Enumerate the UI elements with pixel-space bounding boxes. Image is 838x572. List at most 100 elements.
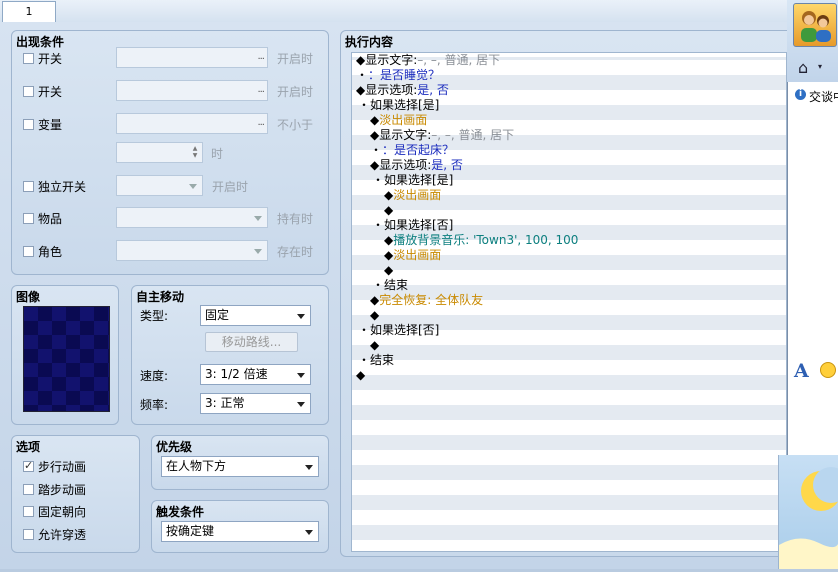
- command-line[interactable]: ◆淡出画面: [370, 113, 427, 128]
- command-line[interactable]: ・：是否睡觉？: [356, 68, 440, 83]
- ellipsis-icon[interactable]: ...: [257, 51, 264, 62]
- condition-suffix: 开启时: [277, 52, 314, 66]
- command-line[interactable]: ◆: [384, 263, 393, 278]
- priority-title: 优先级: [156, 440, 193, 454]
- trigger-select[interactable]: 按确定键: [161, 521, 319, 542]
- chevron-down-icon: [305, 465, 313, 470]
- ellipsis-icon[interactable]: ...: [257, 84, 264, 95]
- chevron-down-icon: [189, 184, 197, 189]
- command-line[interactable]: ◆: [370, 338, 379, 353]
- condition-checkbox[interactable]: [23, 246, 34, 257]
- condition-label: 独立开关: [38, 180, 87, 194]
- condition-field[interactable]: ...: [116, 47, 268, 68]
- emoticon-icon[interactable]: [820, 362, 836, 378]
- command-args: 是, 否: [417, 83, 449, 97]
- command-args: –, –, 普通, 居下: [417, 53, 501, 67]
- chat-status-label: 交谈中: [809, 90, 838, 104]
- command-line[interactable]: ◆淡出画面: [384, 248, 441, 263]
- command-line[interactable]: ◆播放背景音乐: 'Town3', 100, 100: [384, 233, 578, 248]
- condition-checkbox[interactable]: [23, 53, 34, 64]
- condition-checkbox[interactable]: [23, 86, 34, 97]
- chevron-down-icon[interactable]: ▾: [818, 62, 822, 71]
- command-line[interactable]: ◆显示选项:是, 否: [370, 158, 463, 173]
- priority-value: 在人物下方: [166, 459, 227, 473]
- tab-page-1[interactable]: 1: [2, 1, 56, 22]
- command-list[interactable]: ◆显示文字:–, –, 普通, 居下 ・：是否睡觉？ ◆显示选项:是, 否・如果选择…: [351, 52, 787, 552]
- chevron-down-icon: [297, 373, 305, 378]
- command-keyword: ◆显示选项:: [356, 83, 418, 97]
- command-line[interactable]: ◆: [384, 203, 393, 218]
- command-line[interactable]: ・如果选择[是]: [358, 98, 439, 113]
- option-checkbox[interactable]: [23, 506, 34, 517]
- option-checkbox[interactable]: [23, 528, 34, 540]
- condition-label: 开关: [38, 52, 63, 66]
- spinner-arrows-icon[interactable]: ▲ ▼: [190, 145, 200, 159]
- home-icon[interactable]: ⌂: [798, 58, 808, 77]
- user-avatar[interactable]: [793, 3, 837, 47]
- command-line[interactable]: ◆显示文字:–, –, 普通, 居下: [370, 128, 514, 143]
- chevron-down-icon: [297, 402, 305, 407]
- command-keyword: ◆: [370, 293, 380, 307]
- condition-suffix: 开启时: [277, 85, 314, 99]
- command-line[interactable]: ・结束: [372, 278, 408, 293]
- condition-select[interactable]: [116, 240, 268, 261]
- variable-value-spinner[interactable]: ▲ ▼: [116, 142, 203, 163]
- contents-title: 执行内容: [345, 35, 394, 49]
- option-checkbox[interactable]: [23, 459, 34, 472]
- priority-select[interactable]: 在人物下方: [161, 456, 319, 477]
- condition-field[interactable]: ...: [116, 113, 268, 134]
- command-line[interactable]: ◆: [370, 308, 379, 323]
- condition-checkbox[interactable]: [23, 213, 34, 224]
- command-line[interactable]: ・如果选择[否]: [372, 218, 453, 233]
- condition-checkbox[interactable]: [23, 119, 34, 130]
- ellipsis-icon[interactable]: ...: [257, 117, 264, 128]
- chevron-down-icon: [305, 530, 313, 535]
- condition-field[interactable]: ...: [116, 80, 268, 101]
- graphic-title: 图像: [16, 290, 41, 304]
- chevron-down-icon: [254, 216, 262, 221]
- command-keyword: ◆显示文字:: [356, 53, 418, 67]
- command-args: 播放背景音乐: 'Town3', 100, 100: [393, 233, 579, 247]
- condition-label: 变量: [38, 118, 63, 132]
- command-line[interactable]: ◆完全恢复: 全体队友: [370, 293, 483, 308]
- command-line[interactable]: ◆显示选项:是, 否: [356, 83, 449, 98]
- command-line[interactable]: ・结束: [358, 353, 394, 368]
- font-icon[interactable]: A: [794, 360, 809, 382]
- command-line[interactable]: ◆: [356, 368, 365, 383]
- command-line[interactable]: ・如果选择[是]: [372, 173, 453, 188]
- command-line[interactable]: ◆显示文字:–, –, 普通, 居下: [356, 53, 500, 68]
- condition-checkbox[interactable]: [23, 181, 34, 192]
- command-keyword: ◆: [370, 308, 380, 322]
- command-line[interactable]: ・如果选择[否]: [358, 323, 439, 338]
- command-args: –, –, 普通, 居下: [431, 128, 515, 142]
- move-type-value: 固定: [205, 308, 230, 322]
- command-keyword: ◆显示选项:: [370, 158, 432, 172]
- freq-select[interactable]: 3: 正常: [200, 393, 311, 414]
- speed-value: 3: 1/2 倍速: [205, 367, 268, 381]
- command-line[interactable]: ・：是否起床？: [370, 143, 454, 158]
- spinner-suffix: 时: [211, 147, 224, 161]
- command-args: 淡出画面: [379, 113, 428, 127]
- condition-select[interactable]: [116, 207, 268, 228]
- command-line[interactable]: ◆淡出画面: [384, 188, 441, 203]
- moon-banner-image: [778, 455, 838, 569]
- tab-strip: [0, 0, 787, 23]
- command-keyword: ◆: [370, 338, 380, 352]
- condition-select[interactable]: [116, 175, 203, 196]
- speed-select[interactable]: 3: 1/2 倍速: [200, 364, 311, 385]
- command-args: ：是否睡觉？: [368, 68, 441, 82]
- move-route-button[interactable]: 移动路线...: [205, 332, 298, 352]
- command-keyword: ◆: [384, 248, 394, 262]
- option-checkbox[interactable]: [23, 483, 34, 495]
- command-keyword: ・结束: [358, 353, 395, 367]
- condition-label: 开关: [38, 85, 63, 99]
- graphic-preview[interactable]: [23, 306, 110, 412]
- command-args: 是, 否: [431, 158, 463, 172]
- option-label: 固定朝向: [38, 505, 87, 519]
- command-keyword: ・如果选择[否]: [372, 218, 454, 232]
- speed-label: 速度:: [140, 369, 169, 383]
- move-type-select[interactable]: 固定: [200, 305, 311, 326]
- chevron-down-icon: [254, 249, 262, 254]
- option-label: 步行动画: [38, 460, 87, 474]
- command-keyword: ・: [356, 68, 369, 82]
